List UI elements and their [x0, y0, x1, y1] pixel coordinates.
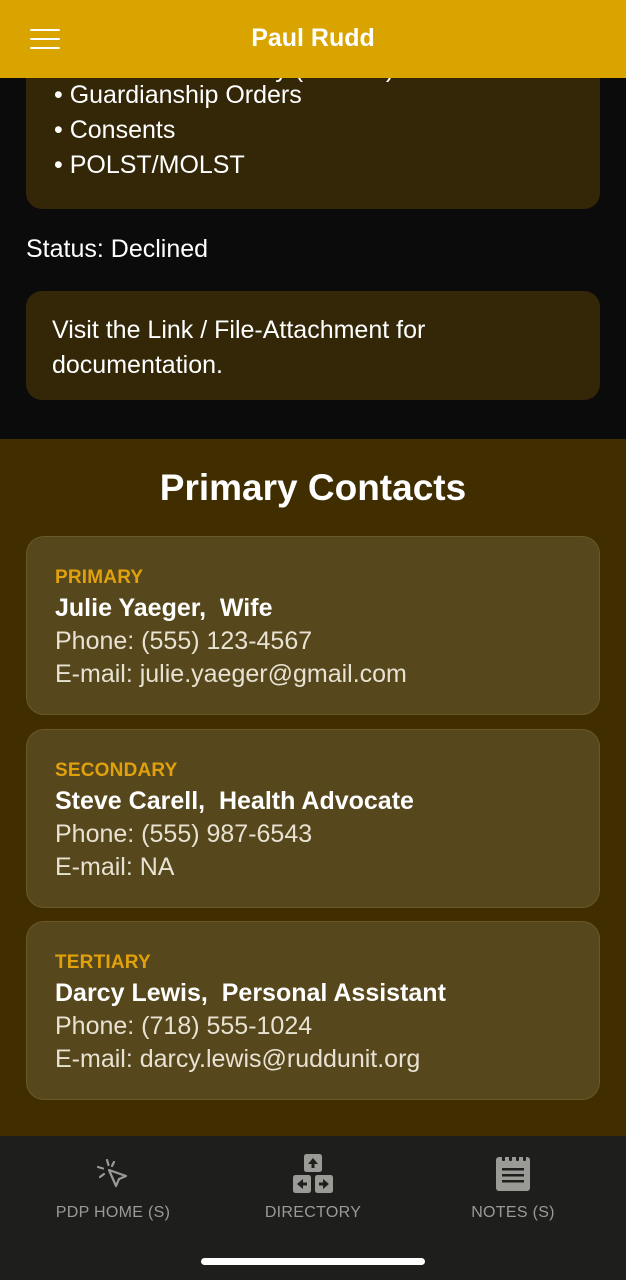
app-header: Paul Rudd: [0, 0, 626, 78]
page-title: Paul Rudd: [251, 24, 375, 52]
contact-phone[interactable]: Phone: (718) 555-1024: [55, 1010, 571, 1043]
contact-role: TERTIARY: [55, 952, 151, 973]
documents-card: Healthcare Proxy (Various) Guardianship …: [26, 78, 600, 209]
contact-role: SECONDARY: [55, 760, 178, 781]
section-title: Primary Contacts: [159, 467, 467, 508]
documents-section: Healthcare Proxy (Various) Guardianship …: [0, 78, 626, 439]
status-text: Status: Declined: [26, 235, 209, 263]
cursor-click-icon: [93, 1154, 133, 1194]
document-item: POLST/MOLST: [54, 148, 600, 183]
contact-phone[interactable]: Phone: (555) 987-6543: [55, 818, 571, 851]
contact-email[interactable]: E-mail: NA: [55, 851, 571, 884]
notepad-icon: [493, 1154, 533, 1194]
contact-email[interactable]: E-mail: julie.yaeger@gmail.com: [55, 658, 571, 691]
nav-label: PDP HOME (S): [55, 1204, 171, 1221]
nav-tab-directory[interactable]: DIRECTORY: [213, 1154, 413, 1222]
contact-name: Steve Carell, Health Advocate: [55, 787, 414, 815]
home-indicator[interactable]: [201, 1258, 425, 1265]
document-item: Consents: [54, 113, 600, 148]
nav-label: DIRECTORY: [264, 1204, 362, 1221]
contact-email[interactable]: E-mail: darcy.lewis@ruddunit.org: [55, 1043, 571, 1076]
document-item-cut-off: Healthcare Proxy (Various): [96, 78, 394, 88]
nav-label: NOTES (S): [471, 1204, 555, 1221]
document-list: Guardianship Orders Consents POLST/MOLST: [54, 78, 600, 183]
contact-name: Darcy Lewis, Personal Assistant: [55, 979, 446, 1007]
contact-card-tertiary[interactable]: TERTIARY Darcy Lewis, Personal Assistant…: [26, 921, 600, 1100]
directory-arrows-icon: [293, 1154, 333, 1194]
contact-card-secondary[interactable]: SECONDARY Steve Carell, Health Advocate …: [26, 729, 600, 908]
nav-tab-pdp-home[interactable]: PDP HOME (S): [13, 1154, 213, 1222]
primary-contacts-section: Primary Contacts PRIMARY Julie Yaeger, W…: [0, 439, 626, 1136]
nav-tab-notes[interactable]: NOTES (S): [413, 1154, 613, 1222]
contact-name: Julie Yaeger, Wife: [55, 594, 273, 622]
contact-card-primary[interactable]: PRIMARY Julie Yaeger, Wife Phone: (555) …: [26, 536, 600, 715]
documentation-link-card[interactable]: Visit the Link / File-Attachment for doc…: [26, 291, 600, 400]
contact-role: PRIMARY: [55, 567, 144, 588]
contact-phone[interactable]: Phone: (555) 123-4567: [55, 625, 571, 658]
